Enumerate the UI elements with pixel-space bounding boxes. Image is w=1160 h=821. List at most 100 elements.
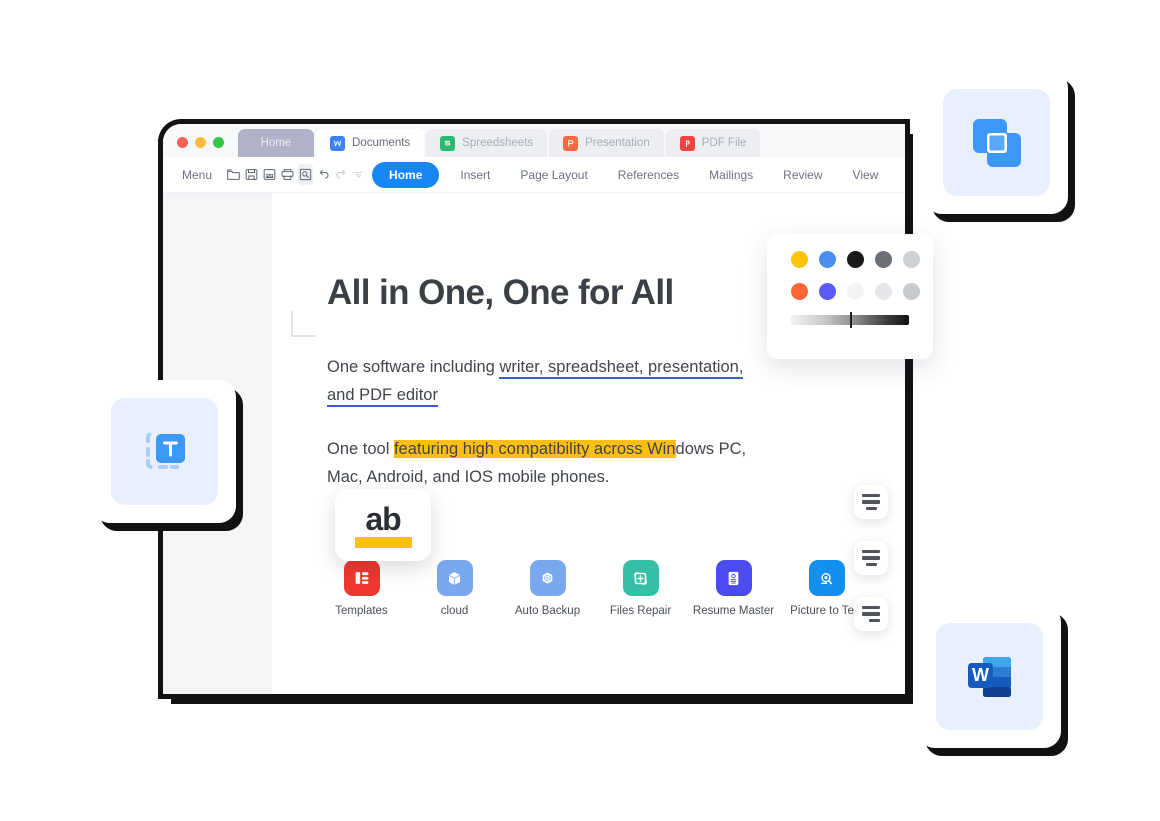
color-swatch[interactable] — [847, 251, 864, 268]
tab-pdf-file[interactable]: PDF File — [665, 129, 761, 157]
presentation-doc-icon — [563, 135, 579, 151]
open-folder-icon[interactable] — [226, 164, 241, 185]
ribbon-tab-home[interactable]: Home — [372, 161, 440, 188]
ribbon-tab-section[interactable]: Sectio — [893, 168, 905, 182]
shortcut-files-repair[interactable]: Files Repair — [594, 560, 687, 617]
paragraph1-underlined-b: and PDF editor — [327, 386, 438, 407]
text-box-icon — [145, 431, 185, 469]
color-swatch[interactable] — [819, 251, 836, 268]
color-swatch[interactable] — [903, 251, 920, 268]
templates-icon — [343, 560, 380, 596]
pdf-doc-icon — [679, 135, 695, 151]
minimize-window-button[interactable] — [195, 137, 206, 148]
copy-duplicate-icon — [972, 118, 1021, 167]
svg-text:W: W — [972, 665, 989, 685]
cloud-cube-icon — [436, 560, 473, 596]
shortcut-resume-master[interactable]: Resume Master — [687, 560, 780, 617]
ribbon-tab-review[interactable]: Review — [768, 168, 837, 182]
page-title: All in One, One for All — [327, 273, 674, 312]
document-paragraph-1: One software including writer, spreadshe… — [327, 353, 827, 409]
document-paragraph-2: One tool featuring high compatibility ac… — [327, 435, 827, 491]
copy-icon-tile — [943, 89, 1050, 196]
tab-presentation[interactable]: Presentation — [549, 129, 664, 157]
spreadsheet-doc-icon — [440, 135, 456, 151]
brightness-slider-knob[interactable] — [850, 312, 852, 328]
maximize-window-button[interactable] — [213, 137, 224, 148]
word-doc-icon — [330, 135, 345, 151]
paragraph2-line2-occluded: ac, Androi — [340, 468, 415, 486]
tab-spreadsheets[interactable]: Spreedsheets — [426, 129, 548, 157]
palette-row-2 — [767, 283, 933, 300]
copy-feature-card[interactable] — [925, 71, 1068, 214]
color-swatch[interactable] — [791, 251, 808, 268]
print-preview-icon[interactable] — [298, 164, 314, 185]
color-palette-panel — [767, 234, 933, 359]
palette-row-1 — [767, 251, 933, 268]
screenshot-stage: Home Documents Spreedsheets Presentation… — [0, 0, 1160, 821]
resume-master-icon — [715, 560, 752, 596]
shortcut-cloud[interactable]: cloud — [408, 560, 501, 617]
shortcut-auto-backup[interactable]: Auto Backup — [501, 560, 594, 617]
svg-text:PDF: PDF — [266, 174, 273, 178]
more-chevron-icon[interactable] — [352, 164, 365, 185]
paragraph2-line2-end: d, and IOS mobile phones. — [414, 468, 610, 486]
shortcut-templates[interactable]: Templates — [315, 560, 408, 617]
align-right-button[interactable] — [854, 597, 888, 631]
window-titlebar: Home Documents Spreedsheets Presentation… — [163, 124, 905, 157]
highlight-feature-card[interactable]: ab — [335, 489, 431, 561]
align-center-button[interactable] — [854, 541, 888, 575]
tab-pdf-file-label: PDF File — [701, 137, 747, 149]
color-swatch[interactable] — [875, 251, 892, 268]
shortcut-files-repair-label: Files Repair — [609, 605, 672, 617]
color-swatch[interactable] — [791, 283, 808, 300]
tab-home[interactable]: Home — [238, 129, 314, 157]
print-icon[interactable] — [280, 164, 295, 185]
word-icon-tile: W — [936, 623, 1043, 730]
ribbon-tab-mailings[interactable]: Mailings — [694, 168, 768, 182]
tab-spreadsheets-label: Spreedsheets — [462, 137, 534, 149]
tab-documents[interactable]: Documents — [316, 129, 425, 157]
margin-corner-marker — [291, 311, 315, 337]
textbox-icon-tile — [111, 398, 218, 505]
menu-button[interactable]: Menu — [182, 168, 212, 182]
shortcut-resume-master-label: Resume Master — [692, 605, 775, 617]
shortcut-auto-backup-label: Auto Backup — [514, 605, 581, 617]
color-swatch[interactable] — [903, 283, 920, 300]
align-left-button[interactable] — [854, 485, 888, 519]
redo-icon[interactable] — [334, 164, 349, 185]
paragraph2-after-highlight: dows PC, — [675, 440, 747, 458]
textbox-feature-card[interactable] — [93, 380, 236, 523]
shortcut-picture-to-text-label: Picture to Text — [790, 605, 863, 617]
shortcut-cloud-label: cloud — [440, 605, 469, 617]
tab-presentation-label: Presentation — [585, 137, 650, 149]
highlight-card-text: ab — [365, 500, 401, 537]
microsoft-word-icon: W — [967, 656, 1011, 697]
highlight-card-bar — [354, 536, 412, 548]
save-icon[interactable] — [244, 164, 259, 185]
paragraph2-highlighted: featuring high compatibility across Win — [393, 440, 676, 458]
shortcut-templates-label: Templates — [335, 605, 388, 617]
save-as-pdf-icon[interactable]: PDF — [262, 164, 277, 185]
paragraph1-underlined-a: writer, spreadsheet, presentation, — [499, 358, 744, 379]
ribbon-tab-view[interactable]: View — [838, 168, 894, 182]
ribbon-toolbar: Menu PDF Home Insert Page Layout Referen… — [163, 157, 905, 193]
color-swatch[interactable] — [875, 283, 892, 300]
ribbon-tab-page-layout[interactable]: Page Layout — [505, 168, 602, 182]
tab-home-label: Home — [260, 137, 292, 149]
color-swatch[interactable] — [819, 283, 836, 300]
paragraph2-prefix: One tool — [327, 440, 394, 458]
document-tabstrip: Home Documents Spreedsheets Presentation… — [238, 124, 761, 157]
close-window-button[interactable] — [177, 137, 188, 148]
word-feature-card[interactable]: W — [918, 605, 1061, 748]
app-window: Home Documents Spreedsheets Presentation… — [163, 124, 905, 694]
alignment-toolbar — [854, 485, 888, 631]
ribbon-tab-insert[interactable]: Insert — [445, 168, 505, 182]
traffic-light-controls — [163, 137, 238, 157]
ribbon-tab-references[interactable]: References — [603, 168, 694, 182]
undo-icon[interactable] — [316, 164, 331, 185]
shortcut-row: Templates cloud Auto Backup Files Repair… — [315, 560, 873, 617]
files-repair-icon — [622, 560, 659, 596]
color-swatch[interactable] — [847, 283, 864, 300]
brightness-slider[interactable] — [791, 312, 909, 328]
paragraph2-line2-start: M — [327, 468, 341, 486]
